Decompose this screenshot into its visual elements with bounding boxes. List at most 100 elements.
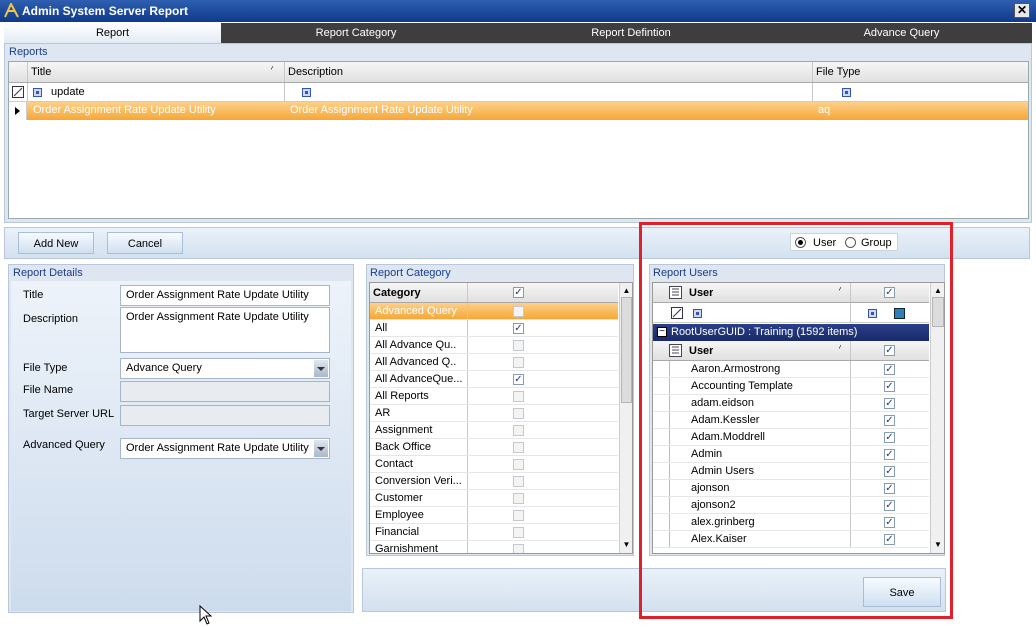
scroll-down-icon[interactable]: ▼ <box>931 539 944 551</box>
category-checkbox[interactable] <box>513 442 524 453</box>
user-checkbox[interactable]: ✓ <box>884 398 895 409</box>
category-checkbox[interactable] <box>513 459 524 470</box>
select-all-users-checkbox[interactable]: ✓ <box>884 287 895 298</box>
list-item[interactable]: All Advanced Q.. <box>370 354 618 371</box>
column-chooser-icon[interactable] <box>669 344 682 357</box>
filter-edit-icon[interactable] <box>12 86 24 98</box>
advanced-query-select[interactable]: Order Assignment Rate Update Utility <box>120 438 330 459</box>
category-checkbox[interactable] <box>513 340 524 351</box>
list-item[interactable]: ajonson2 ✓ <box>653 497 929 514</box>
list-item[interactable]: Conversion Veri... <box>370 473 618 490</box>
user-checkbox[interactable]: ✓ <box>884 449 895 460</box>
tab-report-category[interactable]: Report Category <box>221 23 491 43</box>
title-filter-input[interactable]: update <box>51 86 85 98</box>
filter-operator-icon[interactable] <box>693 309 702 318</box>
user-checkbox[interactable]: ✓ <box>884 466 895 477</box>
category-checkbox[interactable] <box>513 408 524 419</box>
list-item[interactable]: Admin ✓ <box>653 446 929 463</box>
category-column-header[interactable]: Category <box>373 287 421 299</box>
user-checkbox[interactable]: ✓ <box>884 500 895 511</box>
filter-operator-icon[interactable] <box>868 309 878 318</box>
filter-operator-icon[interactable] <box>33 88 42 97</box>
user-checkbox[interactable]: ✓ <box>884 483 895 494</box>
target-url-field[interactable] <box>120 405 330 426</box>
list-item[interactable]: ajonson ✓ <box>653 480 929 497</box>
user-radio-label[interactable]: User <box>813 237 836 249</box>
list-item[interactable]: Admin Users ✓ <box>653 463 929 480</box>
category-checkbox[interactable] <box>513 493 524 504</box>
list-item[interactable]: Employee <box>370 507 618 524</box>
column-description[interactable]: Description <box>288 66 343 78</box>
user-checkbox[interactable]: ✓ <box>884 415 895 426</box>
filter-value-icon[interactable] <box>894 308 905 319</box>
filter-operator-icon[interactable] <box>842 88 852 97</box>
group-radio-label[interactable]: Group <box>861 237 892 249</box>
list-item[interactable]: Contact <box>370 456 618 473</box>
list-item[interactable]: Garnishment <box>370 541 618 553</box>
list-item[interactable]: Alex.Kaiser ✓ <box>653 531 929 548</box>
user-checkbox[interactable]: ✓ <box>884 534 895 545</box>
chevron-down-icon[interactable] <box>314 360 328 377</box>
category-checkbox[interactable] <box>513 357 524 368</box>
category-checkbox[interactable]: ✓ <box>513 374 524 385</box>
tab-advance-query[interactable]: Advance Query <box>771 23 1032 43</box>
category-checkbox[interactable] <box>513 425 524 436</box>
tab-report[interactable]: Report <box>4 23 221 43</box>
list-item[interactable]: Aaron.Armostrong ✓ <box>653 361 929 378</box>
select-all-group-checkbox[interactable]: ✓ <box>884 345 895 356</box>
table-row[interactable]: Order Assignment Rate Update Utility Ord… <box>9 102 1028 120</box>
group-header-row[interactable]: − RootUserGUID : Training (1592 items) <box>653 324 929 341</box>
category-checkbox[interactable] <box>513 391 524 402</box>
user-checkbox[interactable]: ✓ <box>884 364 895 375</box>
user-checkbox[interactable]: ✓ <box>884 381 895 392</box>
list-item[interactable]: Accounting Template ✓ <box>653 378 929 395</box>
list-item[interactable]: alex.grinberg ✓ <box>653 514 929 531</box>
filter-operator-icon[interactable] <box>302 88 312 97</box>
scroll-thumb[interactable] <box>932 297 944 327</box>
chevron-down-icon[interactable] <box>314 440 328 457</box>
column-title[interactable]: Title <box>31 66 51 78</box>
category-scrollbar[interactable]: ▲ ▼ <box>619 283 632 553</box>
group-radio[interactable] <box>845 237 856 248</box>
file-type-select[interactable]: Advance Query <box>120 358 330 379</box>
list-item[interactable]: Back Office <box>370 439 618 456</box>
close-icon[interactable]: ✕ <box>1014 3 1030 18</box>
select-all-checkbox[interactable]: ✓ <box>513 287 524 298</box>
category-checkbox[interactable] <box>513 306 524 317</box>
column-chooser-icon[interactable] <box>669 286 682 299</box>
cancel-button[interactable]: Cancel <box>107 232 183 254</box>
category-checkbox[interactable] <box>513 476 524 487</box>
tab-report-definition[interactable]: Report Defintion <box>491 23 771 43</box>
list-item[interactable]: Advanced Query <box>370 303 618 320</box>
filter-edit-icon[interactable] <box>671 307 683 319</box>
user-radio[interactable] <box>795 237 806 248</box>
scroll-up-icon[interactable]: ▲ <box>931 285 944 297</box>
title-field[interactable]: Order Assignment Rate Update Utility <box>120 285 330 306</box>
description-field[interactable]: Order Assignment Rate Update Utility <box>120 307 330 353</box>
user-checkbox[interactable]: ✓ <box>884 517 895 528</box>
scroll-up-icon[interactable]: ▲ <box>620 285 632 297</box>
scroll-down-icon[interactable]: ▼ <box>620 539 632 551</box>
user-subcolumn-header[interactable]: User <box>689 345 713 357</box>
user-column-header[interactable]: User <box>689 287 713 299</box>
list-item[interactable]: All Reports <box>370 388 618 405</box>
scroll-thumb[interactable] <box>621 297 632 403</box>
collapse-icon[interactable]: − <box>657 327 667 337</box>
list-item[interactable]: All Advance Qu.. <box>370 337 618 354</box>
category-checkbox[interactable] <box>513 510 524 521</box>
list-item[interactable]: Assignment <box>370 422 618 439</box>
file-name-field[interactable] <box>120 381 330 402</box>
category-checkbox[interactable] <box>513 527 524 538</box>
category-checkbox[interactable]: ✓ <box>513 323 524 334</box>
list-item[interactable]: All ✓ <box>370 320 618 337</box>
column-file-type[interactable]: File Type <box>816 66 860 78</box>
list-item[interactable]: Adam.Kessler ✓ <box>653 412 929 429</box>
list-item[interactable]: Customer <box>370 490 618 507</box>
category-checkbox[interactable] <box>513 544 524 553</box>
list-item[interactable]: Financial <box>370 524 618 541</box>
list-item[interactable]: adam.eidson ✓ <box>653 395 929 412</box>
save-button[interactable]: Save <box>863 577 941 607</box>
add-new-button[interactable]: Add New <box>18 232 94 254</box>
list-item[interactable]: AR <box>370 405 618 422</box>
list-item[interactable]: Adam.Moddrell ✓ <box>653 429 929 446</box>
